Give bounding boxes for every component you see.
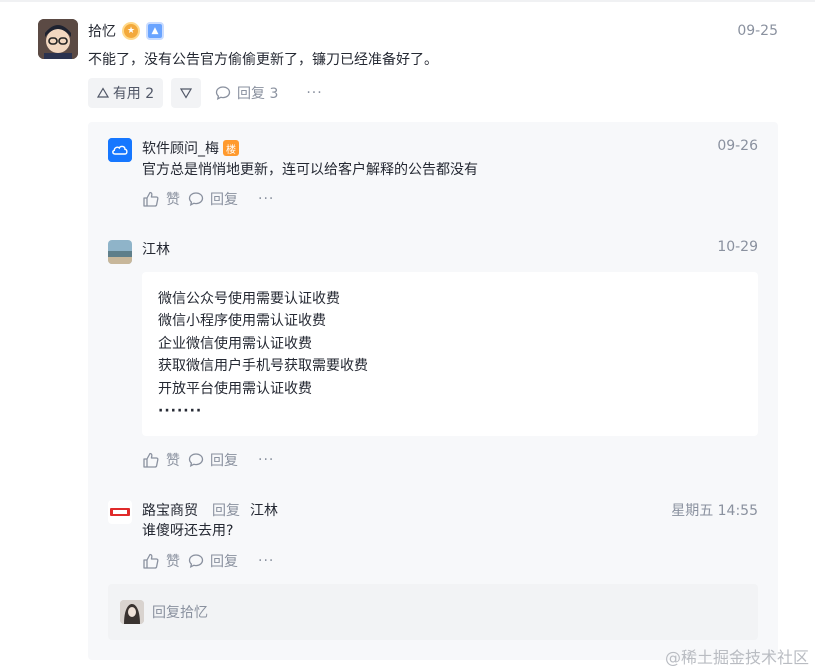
- rank-badge-icon: ▲: [146, 22, 164, 40]
- reply-label: 回复 3: [237, 86, 279, 102]
- reply-avatar[interactable]: [108, 138, 132, 162]
- like-button[interactable]: 赞: [142, 450, 180, 470]
- content-line: 微信公众号使用需要认证收费: [158, 291, 340, 307]
- reply-avatar[interactable]: [108, 500, 132, 524]
- comment-icon: [188, 453, 204, 467]
- comment-icon: [188, 192, 204, 206]
- more-options-button[interactable]: ···: [258, 452, 274, 468]
- reply-to-label: 回复: [212, 503, 240, 519]
- reply-time: 10-29: [717, 239, 758, 255]
- reply-input-placeholder: 回复拾忆: [152, 605, 208, 621]
- content-line: 开放平台使用需认证收费: [158, 380, 312, 397]
- reply-content-box: 微信公众号使用需要认证收费 微信小程序使用需认证收费 企业微信使用需认证收费 获…: [142, 272, 758, 436]
- current-user-avatar: [120, 600, 144, 624]
- reply-text: 谁傻呀还去用?: [142, 523, 234, 539]
- thumbs-up-icon: [143, 452, 159, 468]
- level-badge-icon: ★: [122, 22, 140, 40]
- comment-actions: 有用 2 回复 3 ···: [88, 78, 323, 108]
- thumbs-up-icon: [143, 191, 159, 207]
- reply-text: 官方总是悄悄地更新，连可以给客户解释的公告都没有: [142, 162, 478, 178]
- comment-icon: [188, 554, 204, 568]
- top-divider: [0, 0, 815, 2]
- reply-actions: 赞 回复 ···: [142, 450, 274, 470]
- like-button[interactable]: 赞: [142, 189, 180, 209]
- reply-author: 软件顾问_梅 楼: [142, 138, 239, 158]
- like-label: 赞: [166, 192, 180, 208]
- reply-avatar[interactable]: [108, 240, 132, 264]
- reply-button[interactable]: 回复 3: [215, 83, 278, 103]
- reply-button[interactable]: 回复: [188, 551, 238, 571]
- comment-text: 不能了，没有公告官方偷偷更新了，镰刀已经准备好了。: [88, 52, 438, 68]
- like-label: 赞: [166, 554, 180, 570]
- more-options-button[interactable]: ···: [306, 85, 322, 101]
- upvote-icon: [96, 87, 109, 98]
- user-avatar[interactable]: [38, 19, 78, 59]
- content-line: 企业微信使用需认证收费: [158, 335, 312, 352]
- reply-target-user[interactable]: 江林: [250, 500, 278, 520]
- reply-actions: 赞 回复 ···: [142, 551, 274, 571]
- comment-time: 09-25: [737, 23, 778, 39]
- content-line: 获取微信用户手机号获取需要收费: [158, 358, 368, 375]
- thumbs-up-icon: [143, 553, 159, 569]
- reply-label: 回复: [210, 192, 238, 208]
- author-badge: 楼: [223, 140, 239, 156]
- reply-button[interactable]: 回复: [188, 450, 238, 470]
- reply-button[interactable]: 回复: [188, 189, 238, 209]
- replies-panel: 软件顾问_梅 楼 09-26 官方总是悄悄地更新，连可以给客户解释的公告都没有 …: [88, 122, 778, 660]
- downvote-button[interactable]: [171, 78, 201, 108]
- like-button[interactable]: 赞: [142, 551, 180, 571]
- username[interactable]: 路宝商贸: [142, 500, 198, 520]
- reply-actions: 赞 回复 ···: [142, 189, 274, 209]
- like-label: 赞: [166, 453, 180, 469]
- reply-author: 江林: [142, 239, 170, 259]
- downvote-icon: [180, 88, 192, 99]
- comment-author: 拾忆 ★ ▲: [88, 21, 164, 41]
- more-options-button[interactable]: ···: [258, 191, 274, 207]
- username[interactable]: 拾忆: [88, 21, 116, 41]
- reply-label: 回复: [210, 554, 238, 570]
- reply-time: 星期五 14:55: [671, 503, 758, 519]
- upvote-label: 有用 2: [112, 86, 155, 102]
- reply-label: 回复: [210, 453, 238, 469]
- content-line: ·······: [158, 403, 203, 420]
- content-line: 微信小程序使用需认证收费: [158, 313, 326, 330]
- more-options-button[interactable]: ···: [258, 553, 274, 569]
- username[interactable]: 软件顾问_梅: [142, 138, 219, 158]
- upvote-button[interactable]: 有用 2: [88, 78, 163, 108]
- reply-input[interactable]: 回复拾忆: [108, 584, 758, 640]
- reply-time: 09-26: [717, 138, 758, 154]
- comment-icon: [215, 86, 231, 100]
- reply-author: 路宝商贸 回复 江林: [142, 500, 278, 520]
- username[interactable]: 江林: [142, 239, 170, 259]
- watermark: @稀土掘金技术社区: [664, 648, 809, 667]
